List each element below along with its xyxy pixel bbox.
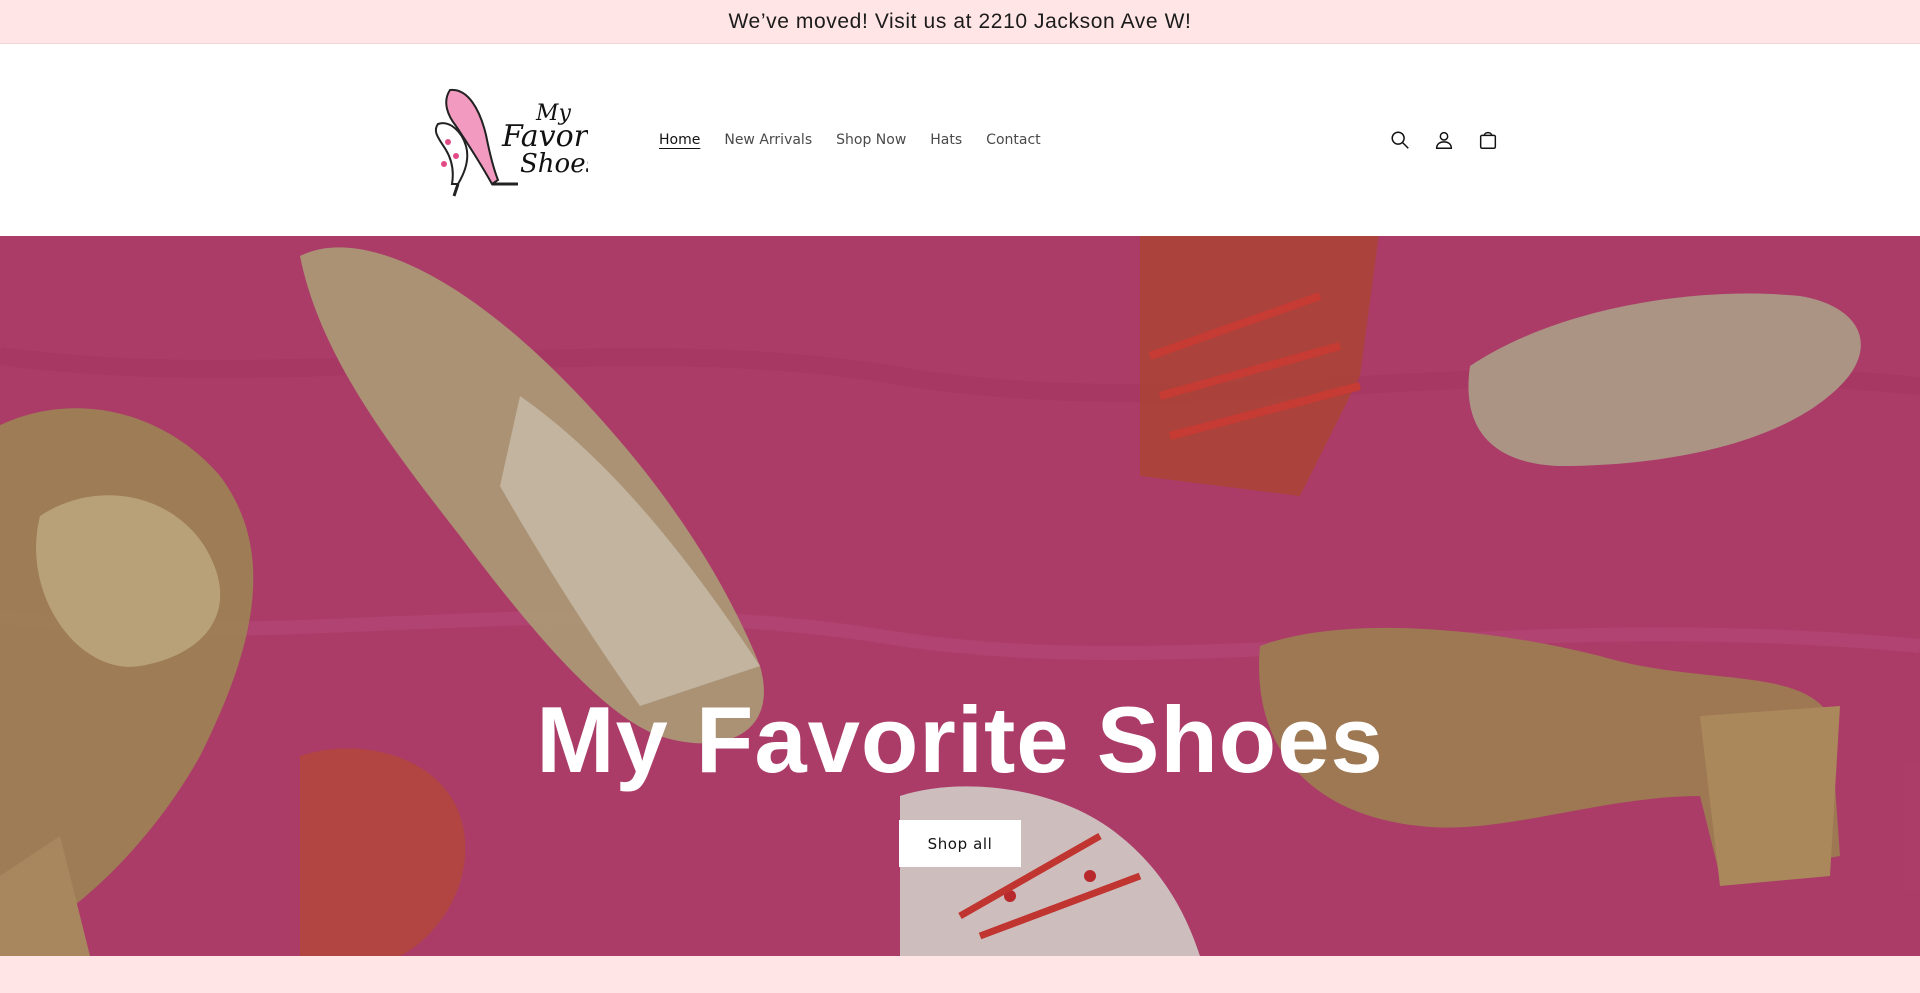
nav-hats[interactable]: Hats xyxy=(930,132,962,148)
logo-image: My Favorite Shoes xyxy=(434,88,627,197)
main-nav: Home New Arrivals Shop Now Hats Contact xyxy=(659,128,1041,152)
account-icon xyxy=(1435,131,1453,149)
page-bottom-strip xyxy=(0,956,1920,993)
search-icon xyxy=(1391,131,1409,149)
search-button[interactable] xyxy=(1380,120,1420,160)
hero-title: My Favorite Shoes xyxy=(536,687,1384,792)
announcement-bar: We’ve moved! Visit us at 2210 Jackson Av… xyxy=(0,0,1920,44)
nav-contact[interactable]: Contact xyxy=(986,132,1040,148)
announcement-text: We’ve moved! Visit us at 2210 Jackson Av… xyxy=(728,9,1192,33)
cart-button[interactable] xyxy=(1468,120,1508,160)
cart-icon xyxy=(1479,131,1497,149)
site-logo[interactable]: My Favorite Shoes xyxy=(428,80,627,200)
nav-new-arrivals[interactable]: New Arrivals xyxy=(724,132,812,148)
header-icons xyxy=(1380,120,1508,160)
hero-banner: My Favorite Shoes Shop all xyxy=(0,236,1920,956)
account-button[interactable] xyxy=(1424,120,1464,160)
shop-all-button[interactable]: Shop all xyxy=(899,820,1021,867)
nav-shop-now[interactable]: Shop Now xyxy=(836,132,906,148)
nav-home[interactable]: Home xyxy=(659,132,700,148)
logo-text-shoes: Shoes xyxy=(520,149,588,179)
site-header: My Favorite Shoes Home New Arrivals Shop… xyxy=(0,44,1920,236)
